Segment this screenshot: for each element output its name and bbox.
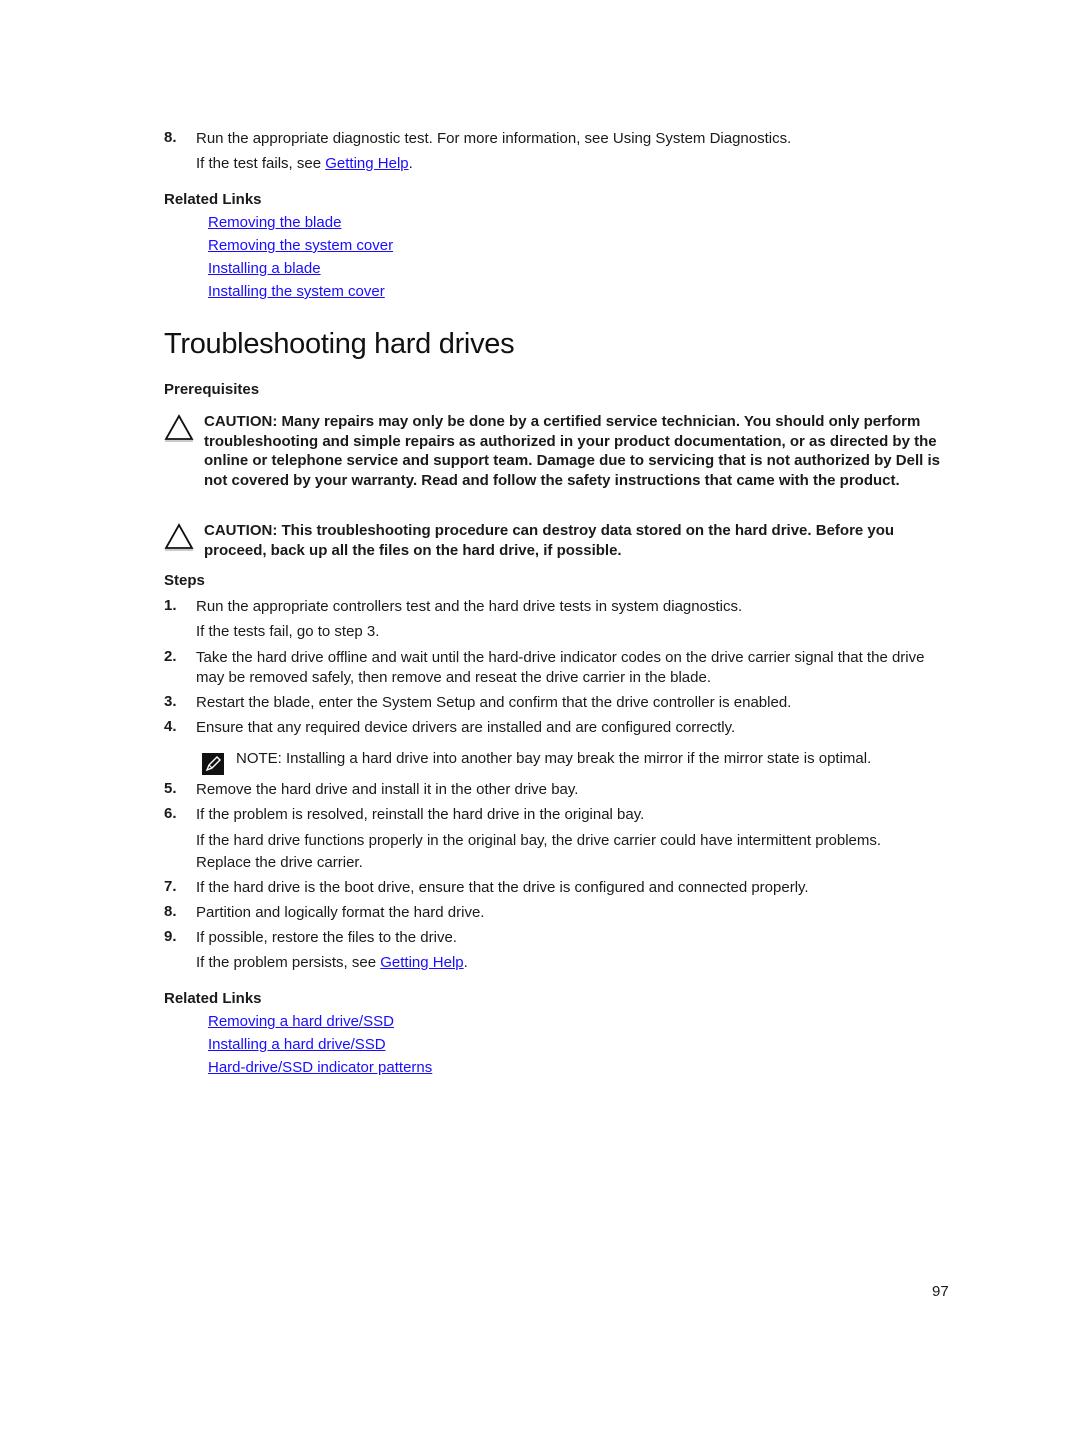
step-number: 4. bbox=[164, 718, 177, 735]
pencil-note-icon bbox=[202, 753, 224, 775]
step-text: Take the hard drive offline and wait unt… bbox=[196, 649, 925, 686]
step-subtext: If the tests fail, go to step 3. bbox=[196, 623, 380, 640]
step-number: 2. bbox=[164, 648, 177, 665]
getting-help-link[interactable]: Getting Help bbox=[325, 155, 408, 172]
step-text: Partition and logically format the hard … bbox=[196, 904, 485, 921]
step-number: 9. bbox=[164, 928, 177, 945]
step-text: Remove the hard drive and install it in … bbox=[196, 781, 579, 798]
step-subtext: If the test fails, see Getting Help. bbox=[196, 154, 413, 174]
subtext-suffix: . bbox=[408, 155, 413, 172]
step-number: 8. bbox=[164, 129, 177, 146]
caution-certified-technician: CAUTION: Many repairs may only be done b… bbox=[204, 413, 940, 489]
related-links-title: Related Links bbox=[164, 191, 262, 208]
note-label: NOTE: bbox=[236, 750, 282, 767]
step-text: Run the appropriate diagnostic test. For… bbox=[196, 130, 792, 147]
step-text: If the problem is resolved, reinstall th… bbox=[196, 806, 645, 823]
steps-label: Steps bbox=[164, 572, 205, 589]
step-number: 6. bbox=[164, 805, 177, 822]
getting-help-link[interactable]: Getting Help bbox=[380, 954, 463, 971]
prerequisites-label: Prerequisites bbox=[164, 381, 260, 398]
step-text: Ensure that any required device drivers … bbox=[196, 719, 736, 736]
related-links-title: Related Links bbox=[164, 990, 262, 1007]
warning-triangle-icon bbox=[164, 414, 194, 442]
note-text: Installing a hard drive into another bay… bbox=[281, 750, 872, 767]
step-subtext: If the problem persists, see Getting Hel… bbox=[196, 953, 468, 973]
related-link-installing-hard-drive[interactable]: Installing a hard drive/SSD bbox=[208, 1036, 386, 1053]
step-number: 5. bbox=[164, 780, 177, 797]
step-number: 1. bbox=[164, 597, 177, 614]
related-link-removing-system-cover[interactable]: Removing the system cover bbox=[208, 237, 393, 254]
related-link-indicator-patterns[interactable]: Hard-drive/SSD indicator patterns bbox=[208, 1059, 432, 1076]
page-number: 97 bbox=[932, 1283, 949, 1300]
step-text: If possible, restore the files to the dr… bbox=[196, 929, 457, 946]
related-link-installing-system-cover[interactable]: Installing the system cover bbox=[208, 283, 385, 300]
step-text: If the hard drive is the boot drive, ens… bbox=[196, 879, 809, 896]
related-link-removing-hard-drive[interactable]: Removing a hard drive/SSD bbox=[208, 1013, 394, 1030]
step-text: Restart the blade, enter the System Setu… bbox=[196, 694, 792, 711]
warning-triangle-icon bbox=[164, 523, 194, 551]
step-number: 3. bbox=[164, 693, 177, 710]
note: NOTE: Installing a hard drive into anoth… bbox=[236, 749, 871, 769]
section-title: Troubleshooting hard drives bbox=[164, 328, 515, 360]
caution-data-loss: CAUTION: This troubleshooting procedure … bbox=[204, 522, 895, 559]
related-link-removing-blade[interactable]: Removing the blade bbox=[208, 214, 341, 231]
step-text: Run the appropriate controllers test and… bbox=[196, 598, 743, 615]
step-number: 8. bbox=[164, 903, 177, 920]
related-link-installing-blade[interactable]: Installing a blade bbox=[208, 260, 321, 277]
subtext-prefix: If the problem persists, see bbox=[196, 954, 381, 971]
step-number: 7. bbox=[164, 878, 177, 895]
subtext-prefix: If the test fails, see bbox=[196, 155, 326, 172]
subtext-suffix: . bbox=[463, 954, 468, 971]
step-subtext: If the hard drive functions properly in … bbox=[196, 832, 882, 871]
